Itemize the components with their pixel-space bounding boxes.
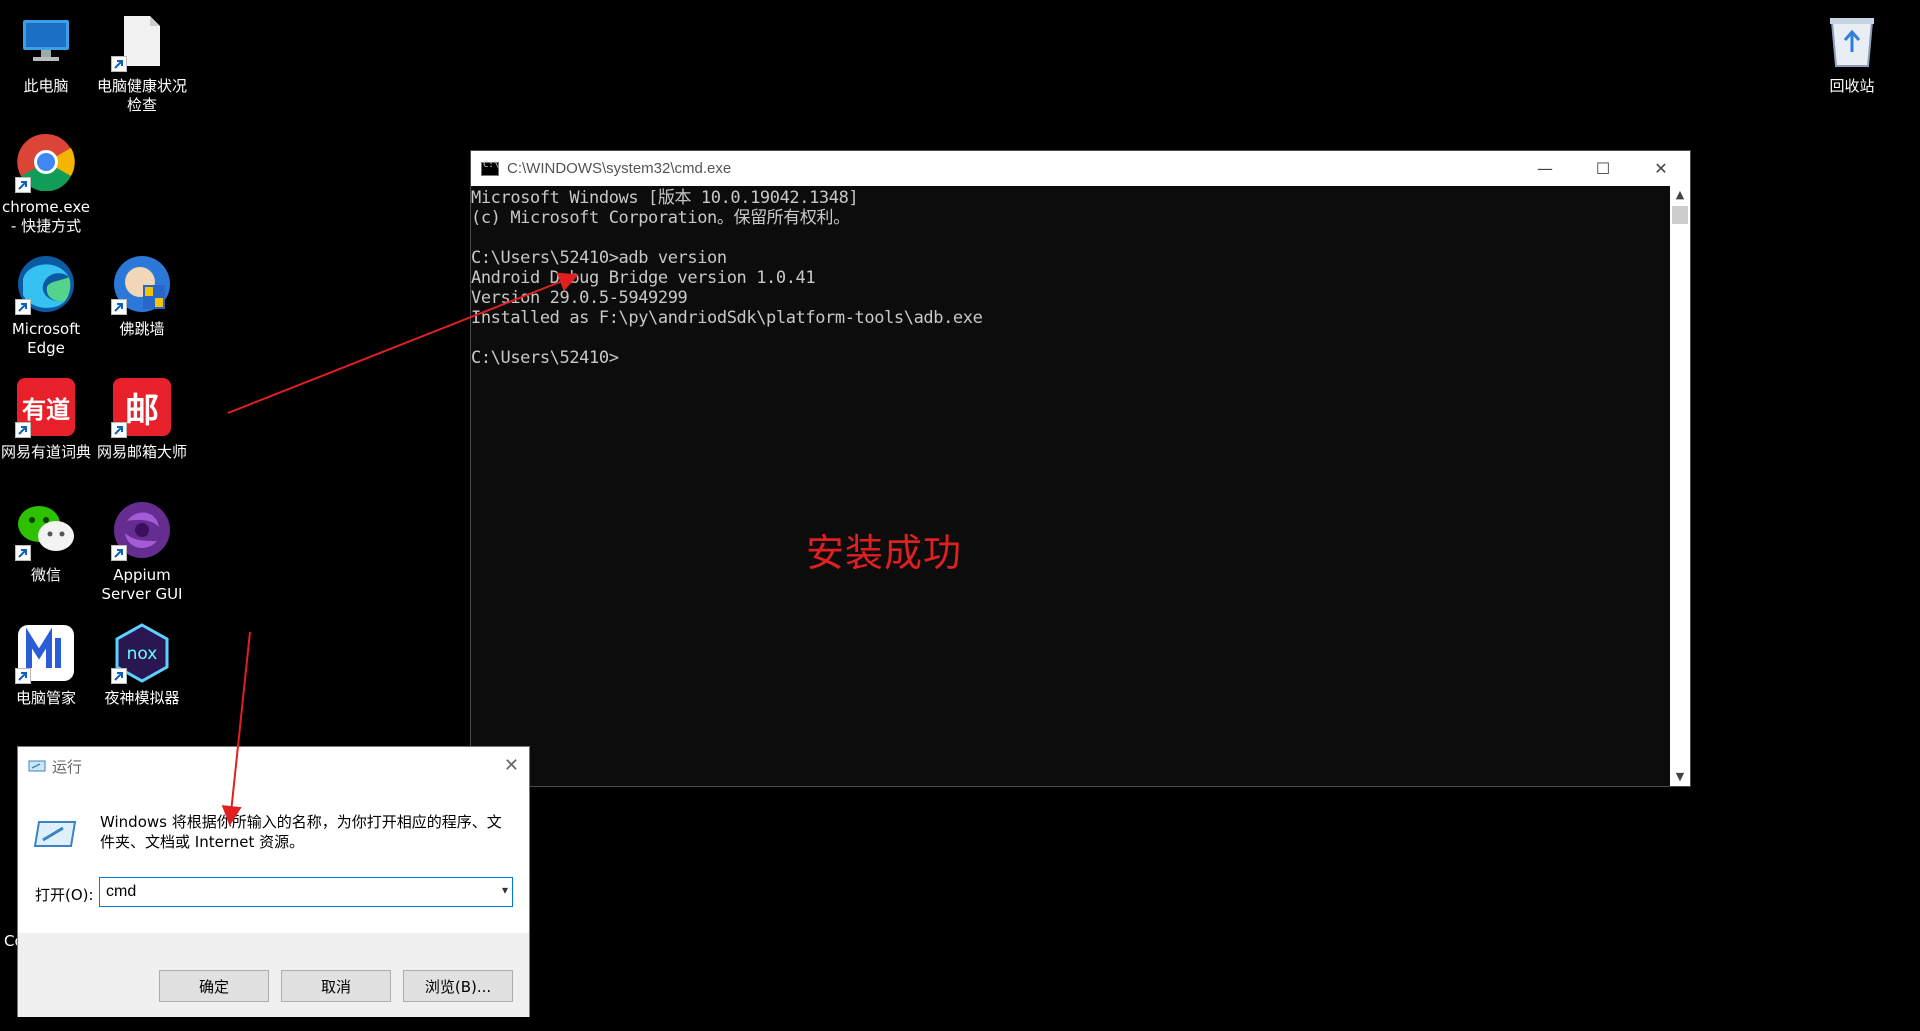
console-output[interactable]: Microsoft Windows [版本 10.0.19042.1348] (… <box>471 186 1670 786</box>
desktop-icon-wechat[interactable]: 微信 <box>0 499 94 585</box>
desktop-icon-label: 此电脑 <box>23 77 69 95</box>
console-line: C:\Users\52410>adb version <box>471 248 727 268</box>
chrome-icon <box>15 131 77 193</box>
console-line: Android Debug Bridge version 1.0.41 <box>471 268 816 288</box>
desktop-icon-label: 佛跳墙 <box>119 320 165 338</box>
maximize-button[interactable]: ☐ <box>1574 151 1632 186</box>
wechat-icon <box>15 499 77 561</box>
run-dialog[interactable]: 运行 ✕ Windows 将根据你所输入的名称，为你打开相应的程序、文件夹、文档… <box>17 746 530 1017</box>
desktop-icon-label: 微信 <box>30 566 61 584</box>
open-label: 打开(O): <box>35 886 94 904</box>
youdao-icon: 有道 <box>15 376 77 438</box>
shortcut-arrow-icon <box>111 422 127 438</box>
open-combobox[interactable]: ▾ <box>99 877 513 907</box>
desktop-icon-mail-master[interactable]: 邮 网易邮箱大师 <box>94 376 190 462</box>
minimize-button[interactable]: — <box>1516 151 1574 186</box>
shortcut-arrow-icon <box>15 422 31 438</box>
desktop-icon-pc-health-check[interactable]: 电脑健康状况 检查 <box>94 10 190 115</box>
shortcut-arrow-icon <box>111 299 127 315</box>
desktop-icon-label: 电脑健康状况 检查 <box>96 77 187 114</box>
console-line: (c) Microsoft Corporation。保留所有权利。 <box>471 208 850 228</box>
annotation-text: 安装成功 <box>806 531 963 575</box>
scroll-up-icon[interactable]: ▲ <box>1670 186 1690 204</box>
pc-manager-icon <box>15 622 77 684</box>
run-button-bar: 确定 取消 浏览(B)... <box>18 933 529 1017</box>
scroll-down-icon[interactable]: ▼ <box>1670 768 1690 786</box>
desktop-icon-label: 回收站 <box>1829 77 1875 95</box>
desktop-icon-youdao[interactable]: 有道 网易有道词典 <box>0 376 94 462</box>
desktop-icon-label: 网易有道词典 <box>0 443 91 461</box>
desktop-icon-chrome[interactable]: chrome.exe - 快捷方式 <box>0 131 94 236</box>
desktop-icon-nox[interactable]: nox 夜神模拟器 <box>94 622 190 708</box>
close-button[interactable]: ✕ <box>1632 151 1690 186</box>
desktop-icon-recycle-bin[interactable]: 回收站 <box>1804 10 1900 96</box>
desktop-icon-label: chrome.exe - 快捷方式 <box>2 198 90 235</box>
run-icon <box>28 760 46 772</box>
shortcut-arrow-icon <box>15 299 31 315</box>
desktop-icon-label: 夜神模拟器 <box>104 689 180 707</box>
console-icon <box>481 160 499 176</box>
close-icon[interactable]: ✕ <box>504 755 519 776</box>
desktop-icon-edge[interactable]: Microsoft Edge <box>0 253 94 358</box>
appium-icon <box>111 499 173 561</box>
desktop-icon-label: 电脑管家 <box>15 689 76 707</box>
scrollbar-thumb[interactable] <box>1672 206 1688 224</box>
ok-button[interactable]: 确定 <box>159 970 269 1002</box>
desktop-icon-foxiaoqiang[interactable]: 佛跳墙 <box>94 253 190 339</box>
nox-icon: nox <box>111 622 173 684</box>
document-icon <box>111 10 173 72</box>
cmd-window[interactable]: C:\WINDOWS\system32\cmd.exe — ☐ ✕ Micros… <box>470 150 1691 787</box>
edge-icon <box>15 253 77 315</box>
console-line: C:\Users\52410> <box>471 348 619 368</box>
cmd-title: C:\WINDOWS\system32\cmd.exe <box>507 160 732 177</box>
shortcut-arrow-icon <box>15 177 31 193</box>
desktop-icon-appium[interactable]: Appium Server GUI <box>94 499 190 604</box>
mail-master-icon: 邮 <box>111 376 173 438</box>
run-title: 运行 <box>52 758 83 776</box>
recycle-bin-icon <box>1821 10 1883 72</box>
shortcut-arrow-icon <box>15 668 31 684</box>
chevron-down-icon[interactable]: ▾ <box>502 883 508 897</box>
desktop-icon-label: Appium Server GUI <box>101 566 183 603</box>
desktop-icon-label: Microsoft Edge <box>11 320 81 357</box>
cmd-titlebar[interactable]: C:\WINDOWS\system32\cmd.exe — ☐ ✕ <box>471 151 1690 186</box>
shortcut-arrow-icon <box>111 545 127 561</box>
shortcut-arrow-icon <box>111 56 127 72</box>
open-input[interactable] <box>104 882 488 902</box>
desktop-icon-this-pc[interactable]: 此电脑 <box>0 10 94 96</box>
run-large-icon <box>33 821 77 847</box>
run-description: Windows 将根据你所输入的名称，为你打开相应的程序、文件夹、文档或 Int… <box>100 813 502 851</box>
shortcut-arrow-icon <box>15 545 31 561</box>
desktop-icon-label: 网易邮箱大师 <box>96 443 187 461</box>
browse-button[interactable]: 浏览(B)... <box>403 970 513 1002</box>
console-line: Microsoft Windows [版本 10.0.19042.1348] <box>471 188 859 208</box>
foxiaoqiang-icon <box>111 253 173 315</box>
svg-text:nox: nox <box>127 644 158 664</box>
shortcut-arrow-icon <box>111 668 127 684</box>
console-line: Version 29.0.5-5949299 <box>471 288 688 308</box>
cancel-button[interactable]: 取消 <box>281 970 391 1002</box>
vertical-scrollbar[interactable]: ▲ ▼ <box>1670 186 1690 786</box>
run-titlebar[interactable]: 运行 ✕ <box>18 747 529 785</box>
console-line: Installed as F:\py\andriodSdk\platform-t… <box>471 308 983 328</box>
computer-icon <box>15 10 77 72</box>
desktop-icon-pc-manager[interactable]: 电脑管家 <box>0 622 94 708</box>
